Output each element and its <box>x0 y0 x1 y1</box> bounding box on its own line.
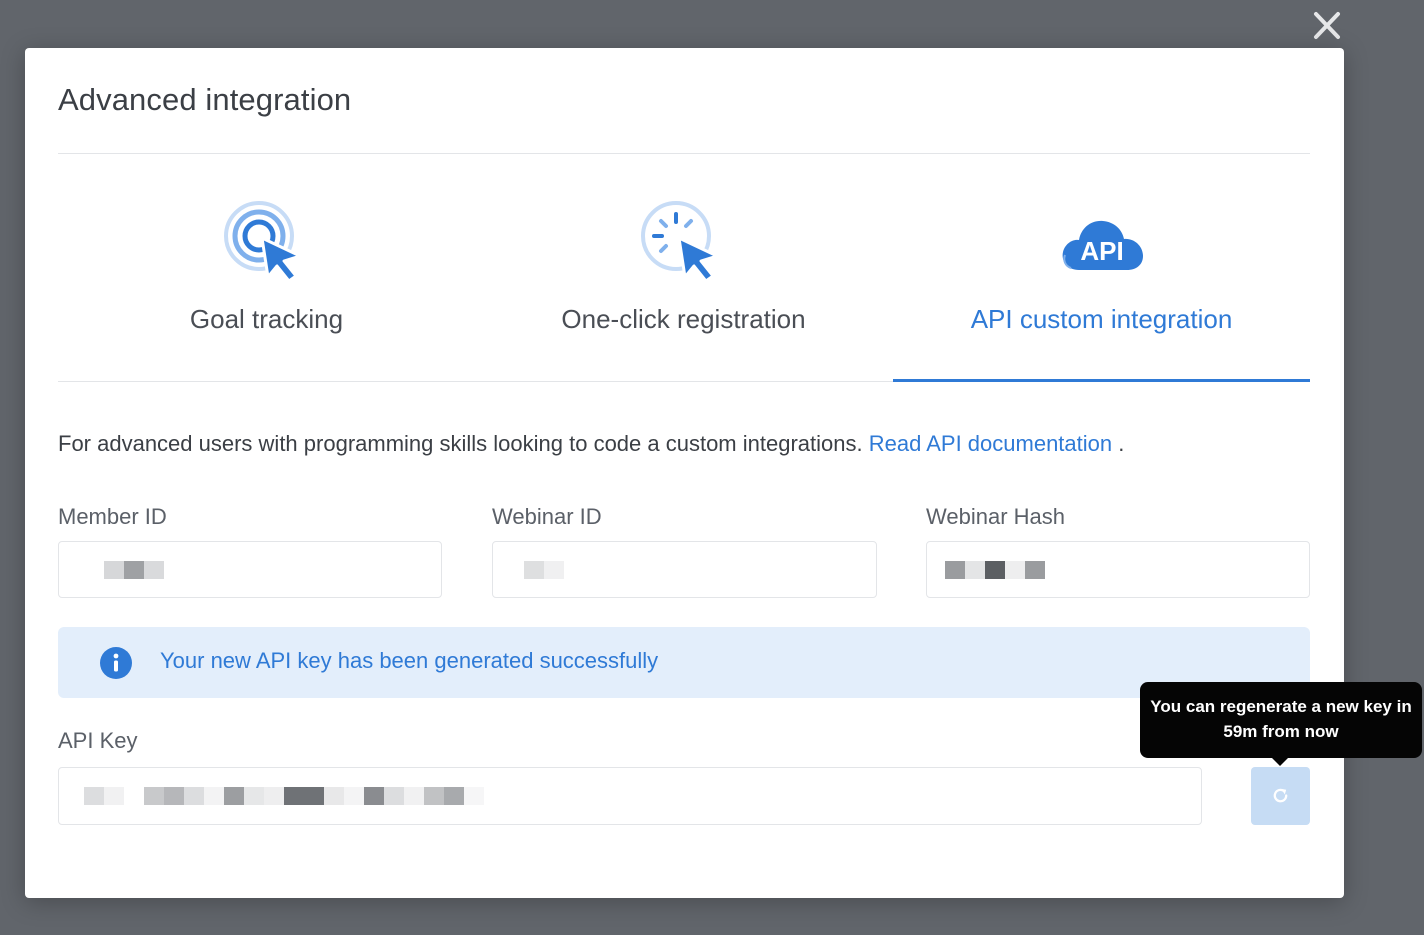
description-text: For advanced users with programming skil… <box>58 431 1124 457</box>
refresh-icon <box>1273 788 1288 803</box>
description-body: For advanced users with programming skil… <box>58 431 863 456</box>
success-alert: Your new API key has been generated succ… <box>58 627 1310 698</box>
webinar-hash-field[interactable] <box>926 541 1310 598</box>
api-key-field[interactable] <box>58 767 1202 825</box>
regenerate-tooltip: You can regenerate a new key in 59m from… <box>1140 682 1422 758</box>
alert-message: Your new API key has been generated succ… <box>160 648 659 673</box>
regenerate-key-button[interactable] <box>1251 767 1310 825</box>
tab-label: API custom integration <box>970 304 1233 334</box>
member-id-label: Member ID <box>58 504 167 529</box>
api-key-label: API Key <box>58 728 138 753</box>
info-icon <box>100 647 132 679</box>
api-cloud-icon: API <box>1062 220 1143 270</box>
member-id-field[interactable] <box>58 541 442 598</box>
description-suffix: . <box>1118 431 1125 456</box>
tooltip-arrow <box>1271 757 1289 766</box>
tab-label: One-click registration <box>561 304 806 334</box>
tooltip-line-1: You can regenerate a new key in <box>1150 697 1412 716</box>
read-api-documentation-link[interactable]: Read API documentation <box>869 431 1112 456</box>
click-cursor-icon <box>640 201 718 283</box>
target-cursor-icon <box>223 201 301 283</box>
tooltip-line-2: 59m from now <box>1223 722 1339 741</box>
redacted-value <box>945 560 1045 579</box>
webinar-hash-label: Webinar Hash <box>926 504 1065 529</box>
integration-tabs: Goal tracking One-click registration API <box>58 154 1310 382</box>
close-button[interactable] <box>1307 6 1347 46</box>
tab-api-custom-integration[interactable]: API API custom integration <box>893 154 1310 382</box>
redacted-value <box>84 787 484 805</box>
advanced-integration-modal: Advanced integration Goal tracking One-c… <box>25 48 1344 898</box>
redacted-value <box>524 560 564 579</box>
close-icon <box>1314 12 1340 39</box>
tab-goal-tracking[interactable]: Goal tracking <box>58 154 475 382</box>
api-icon-text: API <box>1080 236 1123 266</box>
webinar-id-label: Webinar ID <box>492 504 602 529</box>
redacted-value <box>104 560 164 579</box>
webinar-id-field[interactable] <box>492 541 877 598</box>
tab-one-click-registration[interactable]: One-click registration <box>475 154 892 382</box>
tab-label: Goal tracking <box>189 304 344 334</box>
modal-title: Advanced integration <box>58 82 352 117</box>
